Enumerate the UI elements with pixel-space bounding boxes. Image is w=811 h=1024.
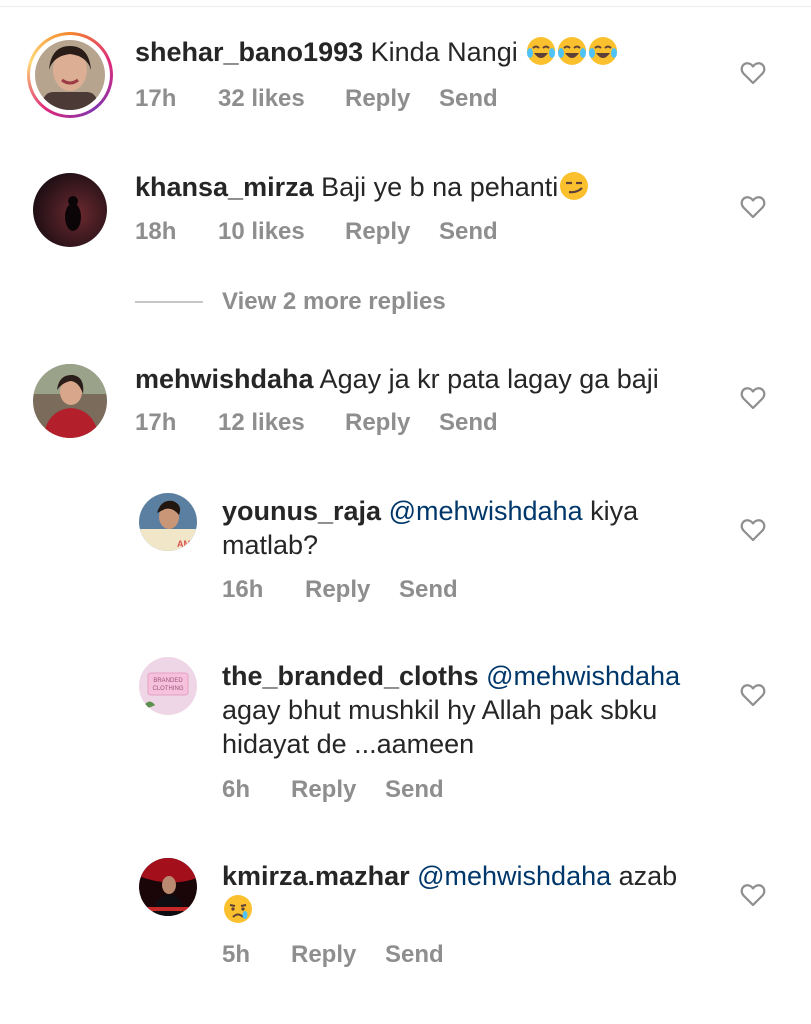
comment-username[interactable]: khansa_mirza (135, 172, 314, 202)
heart-outline-icon[interactable] (740, 386, 766, 410)
reply-button[interactable]: Reply (345, 409, 410, 437)
comment-text: mehwishdaha Agay ja kr pata lagay ga baj… (135, 362, 659, 396)
comment-text: khansa_mirza Baji ye b na pehanti (135, 170, 589, 204)
likes-count[interactable]: 32 likes (218, 85, 305, 113)
top-divider (0, 0, 811, 7)
face-with-tears-of-joy-icon (558, 37, 587, 65)
comment-body: Baji ye b na pehanti (313, 172, 559, 202)
reply-text: kmirza.mazhar @mehwishdaha azab (222, 859, 677, 927)
likes-count[interactable]: 12 likes (218, 409, 305, 437)
comment-body: Agay ja kr pata lagay ga baji (313, 364, 659, 394)
reply-button[interactable]: Reply (305, 576, 370, 604)
reply-button[interactable]: Reply (291, 776, 356, 804)
send-button[interactable]: Send (399, 576, 458, 604)
reply-body-line: hidayat de ...aameen (222, 729, 475, 759)
reply-username[interactable]: kmirza.mazhar (222, 861, 410, 891)
reply-body-line: agay bhut mushkil hy Allah pak sbku (222, 695, 658, 725)
heart-outline-icon[interactable] (740, 195, 766, 219)
heart-outline-icon[interactable] (740, 61, 766, 85)
avatar-logo-text: BRANDED (153, 678, 183, 684)
reply-button[interactable]: Reply (345, 218, 410, 246)
reply-body: azab (611, 861, 678, 891)
likes-count[interactable]: 10 likes (218, 218, 305, 246)
reply-time: 5h (222, 941, 251, 968)
crying-face-icon (224, 895, 252, 923)
send-button[interactable]: Send (385, 776, 444, 804)
face-with-tears-of-joy-icon (589, 37, 618, 65)
avatar[interactable]: AM (139, 493, 197, 551)
heart-outline-icon[interactable] (740, 518, 766, 542)
reply-time: 6h (222, 776, 251, 803)
reply-body-line: matlab? (222, 530, 319, 560)
replies-divider (135, 301, 203, 303)
avatar[interactable] (35, 40, 105, 110)
reply-button[interactable]: Reply (345, 85, 410, 113)
reply-text: the_branded_cloths @mehwishdaha agay bhu… (222, 659, 680, 761)
comment-username[interactable]: mehwishdaha (135, 364, 314, 394)
heart-outline-icon[interactable] (740, 883, 766, 907)
mention-link[interactable]: @mehwishdaha (417, 861, 611, 891)
svg-text:AM: AM (177, 539, 191, 549)
comment-text: shehar_bano1993 Kinda Nangi (135, 35, 618, 69)
avatar[interactable] (33, 173, 107, 247)
send-button[interactable]: Send (439, 85, 498, 113)
avatar[interactable] (33, 364, 107, 438)
reply-body: kiya (582, 496, 639, 526)
heart-outline-icon[interactable] (740, 683, 766, 707)
avatar[interactable]: BRANDED CLOTHING (139, 657, 197, 715)
reply-time: 16h (222, 576, 264, 603)
comment-time: 17h (135, 85, 177, 112)
reply-button[interactable]: Reply (291, 941, 356, 969)
svg-text:CLOTHING: CLOTHING (152, 686, 183, 692)
comment-time: 18h (135, 218, 177, 245)
comment-username[interactable]: shehar_bano1993 (135, 37, 363, 67)
send-button[interactable]: Send (439, 218, 498, 246)
mention-link[interactable]: @mehwishdaha (486, 661, 680, 691)
reply-username[interactable]: the_branded_cloths (222, 661, 479, 691)
reply-username[interactable]: younus_raja (222, 496, 381, 526)
smirking-face-icon (560, 172, 589, 200)
reply-text: younus_raja @mehwishdaha kiya matlab? (222, 494, 638, 562)
comment-time: 17h (135, 409, 177, 436)
view-more-replies-label[interactable]: View 2 more replies (222, 288, 446, 316)
comment-body: Kinda Nangi (363, 37, 518, 67)
mention-link[interactable]: @mehwishdaha (389, 496, 583, 526)
send-button[interactable]: Send (439, 409, 498, 437)
avatar[interactable] (139, 858, 197, 916)
face-with-tears-of-joy-icon (527, 37, 556, 65)
send-button[interactable]: Send (385, 941, 444, 969)
